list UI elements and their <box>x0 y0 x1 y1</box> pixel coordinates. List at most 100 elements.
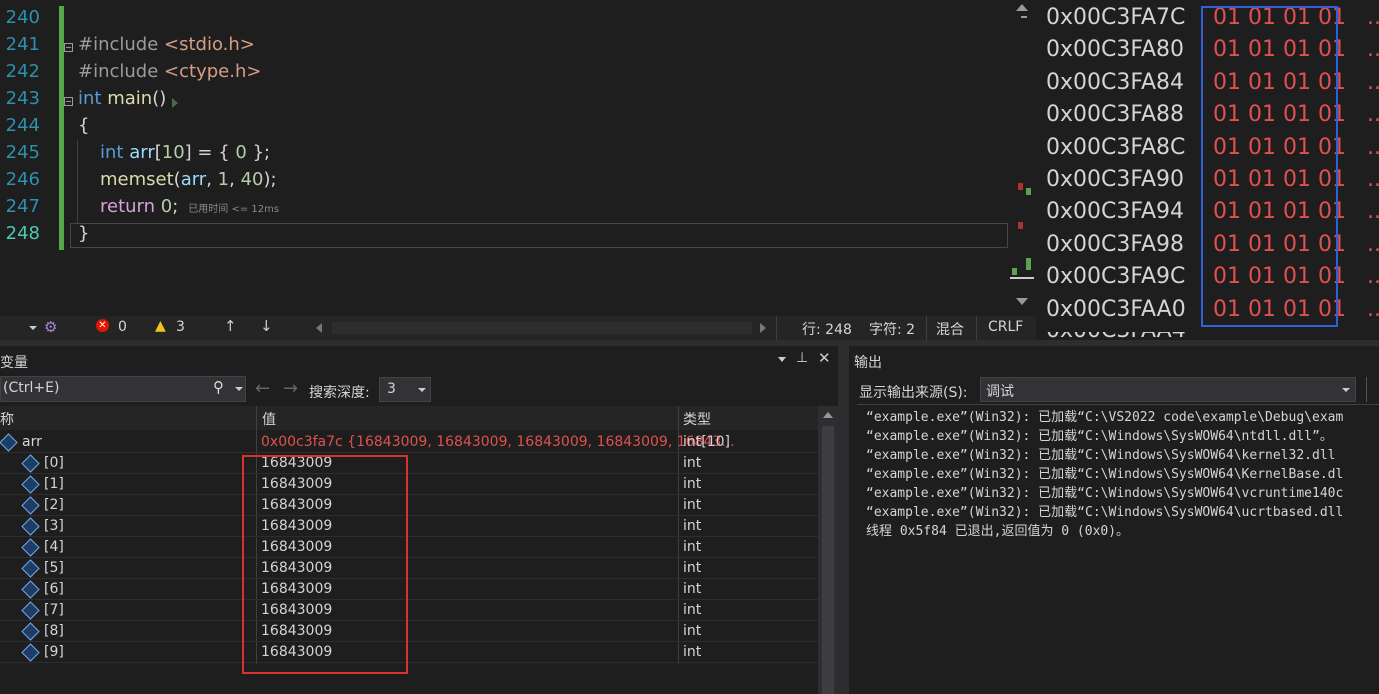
locals-item-row[interactable]: [9] 16843009 int <box>0 642 818 663</box>
scroll-left-arrow-icon[interactable] <box>316 323 322 333</box>
code-editor[interactable]: 240 241 #include <stdio.h> 242 #include <cty… <box>0 0 1010 316</box>
change-marker <box>1026 258 1031 270</box>
pin-icon[interactable]: ⊥ <box>796 350 808 366</box>
code-token: int <box>100 142 130 163</box>
dropdown-arrow-icon[interactable] <box>778 357 786 362</box>
variable-type: int[10] <box>683 434 730 450</box>
memory-ascii: .... <box>1367 231 1379 257</box>
line-indicator[interactable]: 行: 248 <box>802 319 852 339</box>
scroll-position-marker <box>1010 277 1034 279</box>
variable-name: [1] <box>44 476 64 492</box>
perf-tip[interactable]: 已用时间 <= 12ms <box>188 204 279 215</box>
line-number: 248 <box>5 223 40 244</box>
column-header-type[interactable]: 类型 <box>683 409 711 429</box>
output-source-value: 调试 <box>986 384 1014 400</box>
variable-icon <box>21 643 40 662</box>
variable-value[interactable]: 0x00c3fa7c {16843009, 16843009, 16843009… <box>261 434 735 450</box>
variable-name: [4] <box>44 539 64 555</box>
previous-issue-icon[interactable]: ↑ <box>224 317 237 335</box>
variable-name: [6] <box>44 581 64 597</box>
change-indicator-bar <box>59 6 64 250</box>
locals-search-input[interactable]: (Ctrl+E) ⚲ <box>0 376 246 402</box>
locals-item-row[interactable]: [2] 16843009 int <box>0 495 818 516</box>
memory-ascii: .... <box>1367 69 1379 95</box>
search-icon[interactable]: ⚲ <box>213 378 224 396</box>
scroll-up-arrow-icon[interactable] <box>823 412 833 418</box>
scroll-marker <box>1021 16 1027 18</box>
code-token: [ <box>154 142 162 163</box>
code-line[interactable]: return 0; 已用时间 <= 12ms <box>100 196 279 217</box>
locals-item-row[interactable]: [7] 16843009 int <box>0 600 818 621</box>
chevron-down-icon <box>29 326 37 330</box>
line-number: 246 <box>5 169 40 190</box>
locals-item-row[interactable]: [6] 16843009 int <box>0 579 818 600</box>
back-arrow-icon[interactable]: ← <box>255 378 270 399</box>
memory-cutoff-row: 0x00C3FAA4 <box>1036 332 1379 340</box>
close-icon[interactable]: ✕ <box>818 349 831 367</box>
line-number: 242 <box>5 61 40 82</box>
code-line[interactable]: #include <ctype.h> <box>78 61 261 82</box>
fold-collapse-icon[interactable]: − <box>64 97 73 106</box>
locals-root-row[interactable]: arr 0x00c3fa7c {16843009, 16843009, 16843… <box>0 432 818 453</box>
fold-collapse-icon[interactable]: − <box>64 43 73 52</box>
code-line[interactable]: #include <stdio.h> <box>78 34 255 55</box>
scroll-up-arrow-icon[interactable] <box>1016 4 1028 11</box>
variable-icon <box>21 601 40 620</box>
variable-icon <box>21 538 40 557</box>
code-line[interactable]: memset(arr, 1, 40); <box>100 169 277 190</box>
code-line[interactable]: int arr[10] = { 0 }; <box>100 142 270 163</box>
warning-icon[interactable]: ▲ <box>155 318 166 334</box>
memory-ascii: .... <box>1367 102 1379 128</box>
code-token: 0 <box>160 196 173 217</box>
forward-arrow-icon[interactable]: → <box>283 378 298 399</box>
warning-count[interactable]: 3 <box>176 319 185 335</box>
line-number: 247 <box>5 196 40 217</box>
search-depth-value: 3 <box>387 381 396 397</box>
error-count[interactable]: 0 <box>118 319 127 335</box>
variable-name: [5] <box>44 560 64 576</box>
chevron-down-icon <box>418 388 426 392</box>
output-source-dropdown[interactable]: 调试 <box>980 377 1356 402</box>
memory-address: 0x00C3FA80 <box>1046 37 1185 63</box>
zoom-dropdown[interactable] <box>0 319 38 337</box>
output-line: “example.exe”(Win32): 已加载“C:\Windows\Sys… <box>866 505 1344 520</box>
intellicode-icon[interactable]: ⚙ <box>44 318 57 336</box>
code-line[interactable]: { <box>78 115 89 136</box>
error-icon[interactable]: ✕ <box>96 319 109 332</box>
panel-title: 输出 <box>854 355 882 371</box>
indent-mode-indicator[interactable]: 混合 <box>936 319 964 339</box>
change-marker <box>1026 188 1031 195</box>
variable-type: int <box>683 455 702 471</box>
search-depth-dropdown[interactable]: 3 <box>379 377 431 402</box>
locals-item-row[interactable]: [1] 16843009 int <box>0 474 818 495</box>
code-token: #include <box>78 34 165 55</box>
variable-icon <box>21 496 40 515</box>
panel-splitter[interactable] <box>838 346 849 694</box>
column-header-value[interactable]: 值 <box>262 409 276 429</box>
breakpoint-hint-icon[interactable] <box>172 98 178 108</box>
locals-item-row[interactable]: [5] 16843009 int <box>0 558 818 579</box>
memory-ascii: .... <box>1367 134 1379 160</box>
chevron-down-icon[interactable] <box>235 387 243 391</box>
code-token: 1 <box>217 169 230 190</box>
memory-ascii: .... <box>1367 264 1379 290</box>
code-token: }; <box>246 142 271 163</box>
scroll-thumb[interactable] <box>822 426 834 694</box>
char-indicator[interactable]: 字符: 2 <box>869 319 915 339</box>
line-ending-indicator[interactable]: CRLF <box>988 319 1023 335</box>
scroll-right-arrow-icon[interactable] <box>760 323 766 333</box>
locals-item-row[interactable]: [4] 16843009 int <box>0 537 818 558</box>
variable-icon <box>21 622 40 641</box>
next-issue-icon[interactable]: ↓ <box>260 317 273 335</box>
code-token: return <box>100 196 161 217</box>
editor-scrollbar[interactable] <box>1010 0 1034 316</box>
locals-item-row[interactable]: [3] 16843009 int <box>0 516 818 537</box>
variable-name: [7] <box>44 602 64 618</box>
locals-item-row[interactable]: [8] 16843009 int <box>0 621 818 642</box>
column-header-name[interactable]: 称 <box>0 409 14 429</box>
code-line[interactable]: int main() <box>78 88 166 109</box>
code-token: main <box>107 88 153 109</box>
horizontal-scrollbar[interactable] <box>332 322 752 334</box>
locals-item-row[interactable]: [0] 16843009 int <box>0 453 818 474</box>
scroll-down-arrow-icon[interactable] <box>1016 298 1028 305</box>
